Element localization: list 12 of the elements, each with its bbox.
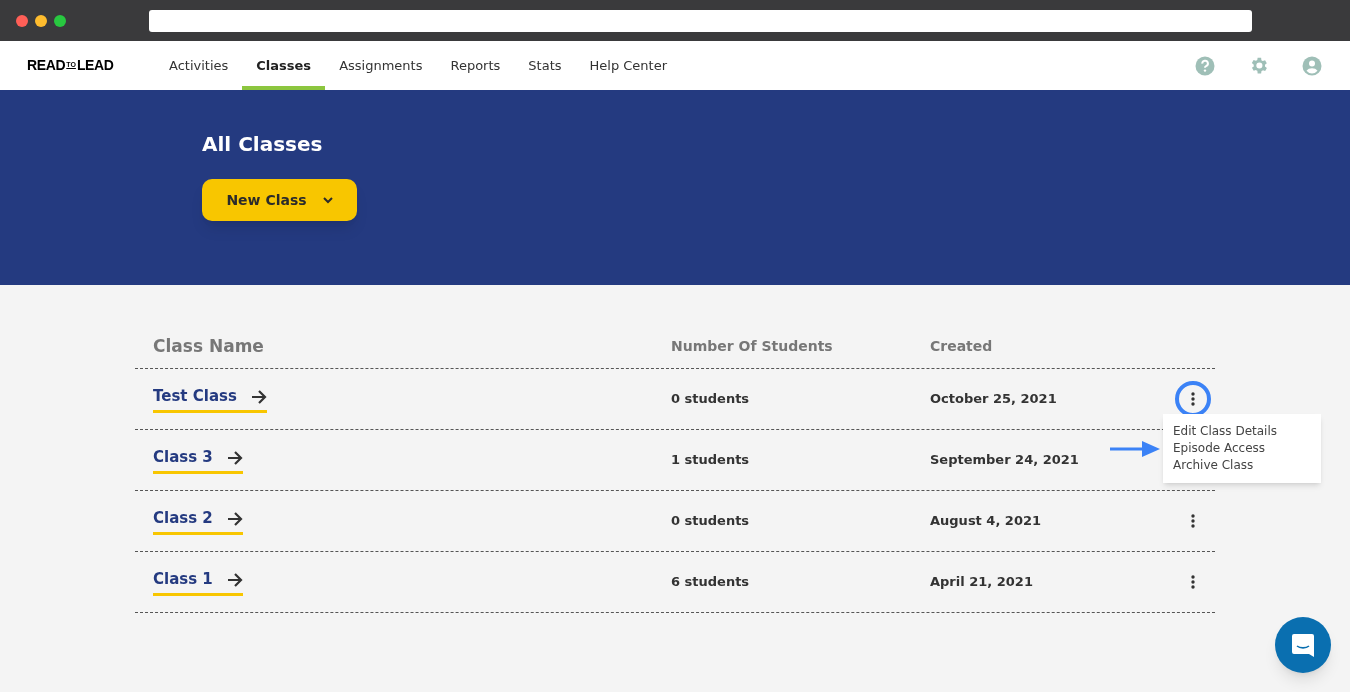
column-header: Created <box>930 337 994 356</box>
table-cell-text: 6 students <box>671 573 751 592</box>
table-cell-text: September 24, 2021 <box>930 451 1080 470</box>
column-header: Number Of Students <box>671 337 834 356</box>
column-header: Class Name <box>153 334 265 358</box>
table-cell-text: October 25, 2021 <box>930 390 1058 409</box>
table-cell-text: August 4, 2021 <box>930 512 1043 531</box>
page-title: All Classes <box>202 131 324 157</box>
table-cell-text: 0 students <box>671 390 751 409</box>
table-cell-text: April 21, 2021 <box>930 573 1034 592</box>
table-cell-text: 1 students <box>671 451 751 470</box>
table-cell-text: 0 students <box>671 512 751 531</box>
